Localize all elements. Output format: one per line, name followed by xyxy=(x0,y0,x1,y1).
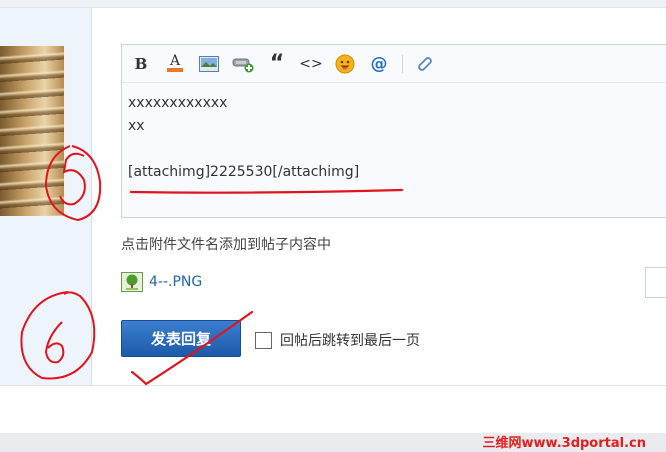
link-button[interactable] xyxy=(411,51,437,77)
paperclip-icon xyxy=(418,56,432,71)
attachment-item[interactable]: 4--.PNG xyxy=(121,272,202,292)
image-icon xyxy=(199,55,219,72)
bottom-band xyxy=(0,385,666,433)
jump-to-last-page-option[interactable]: 回帖后跳转到最后一页 xyxy=(255,330,420,350)
font-color-icon: A xyxy=(167,54,183,72)
editor-line: xxxxxxxxxxxx xyxy=(128,95,228,111)
attachment-add-icon xyxy=(232,58,254,72)
top-strip xyxy=(0,0,666,8)
image-file-icon xyxy=(121,272,143,292)
smiley-icon xyxy=(335,54,355,73)
bold-icon: B xyxy=(134,54,148,73)
add-attachment-button[interactable] xyxy=(230,51,256,77)
left-sidebar-panel xyxy=(0,8,92,385)
attachment-filename-link[interactable]: 4--.PNG xyxy=(149,274,202,290)
mention-button[interactable]: @ xyxy=(366,51,392,77)
post-reply-button[interactable]: 发表回复 xyxy=(121,320,241,357)
toolbar-separator xyxy=(402,54,403,73)
jump-to-last-page-checkbox[interactable] xyxy=(255,331,272,349)
quote-icon: “ xyxy=(269,50,285,76)
code-icon: <> xyxy=(299,55,323,72)
emoticon-button[interactable] xyxy=(332,51,358,77)
jump-to-last-page-label: 回帖后跳转到最后一页 xyxy=(280,333,420,349)
quote-button[interactable]: “ xyxy=(264,51,290,77)
attachment-thumbnail-image[interactable] xyxy=(0,46,66,216)
attachment-description-input[interactable] xyxy=(645,267,666,298)
bold-button[interactable]: B xyxy=(128,51,154,77)
editor-line-attachimg: [attachimg]2225530[/attachimg] xyxy=(128,164,360,180)
insert-image-button[interactable] xyxy=(196,51,222,77)
reply-editor: B A “ <> @ xxxxxxxxxxxx xx [attachimg]22… xyxy=(121,44,666,218)
editor-line: xx xyxy=(128,118,145,134)
editor-toolbar: B A “ <> @ xyxy=(122,45,666,83)
editor-content[interactable]: xxxxxxxxxxxx xx [attachimg]2225530[/atta… xyxy=(128,92,359,184)
at-icon: @ xyxy=(370,53,388,74)
code-button[interactable]: <> xyxy=(298,51,324,77)
font-color-button[interactable]: A xyxy=(162,51,188,77)
attachment-hint-text: 点击附件文件名添加到帖子内容中 xyxy=(121,237,331,253)
site-watermark: 三维网www.3dportal.cn xyxy=(482,436,646,451)
